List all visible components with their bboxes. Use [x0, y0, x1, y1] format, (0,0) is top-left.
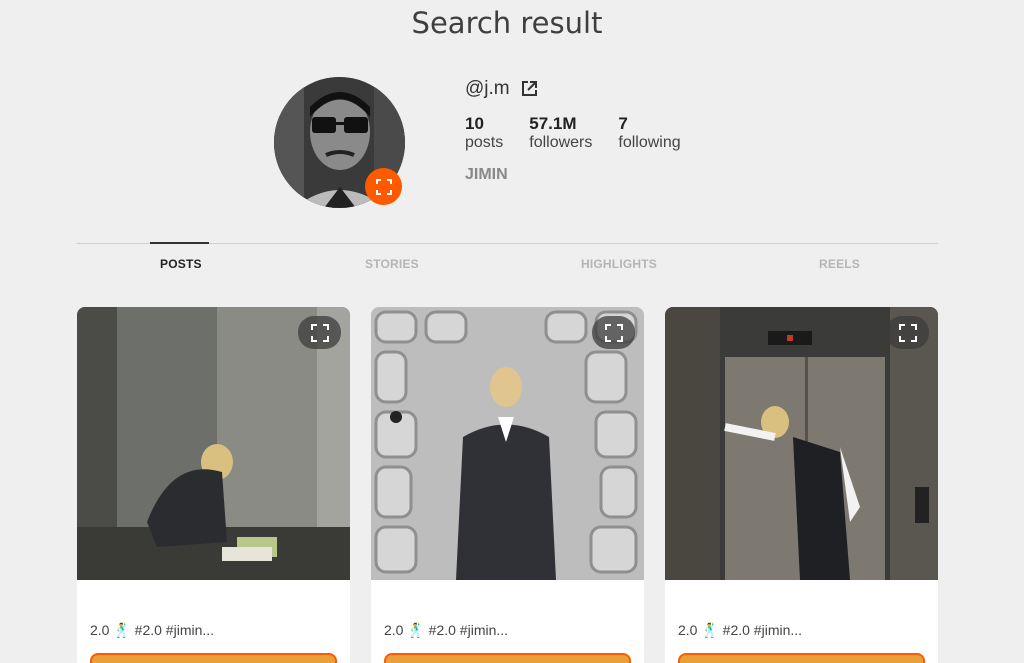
profile-handle: @j.m	[465, 78, 510, 99]
post-card[interactable]: 2.0 🕺 #2.0 #jimin...	[665, 307, 938, 663]
stat-posts: 10 posts	[465, 114, 503, 153]
stat-value: 57.1M	[529, 114, 577, 133]
stat-followers: 57.1M followers	[529, 114, 592, 153]
post-action-button[interactable]	[678, 653, 925, 663]
stat-following: 7 following	[618, 114, 680, 153]
stat-label: posts	[465, 134, 504, 151]
expand-post-button[interactable]	[298, 316, 341, 349]
stat-value: 10	[465, 114, 484, 133]
post-caption: 2.0 🕺 #2.0 #jimin...	[90, 622, 215, 638]
profile-stats: 10 posts 57.1M followers 7 following	[465, 114, 707, 153]
stat-label: following	[618, 134, 681, 151]
external-link-icon[interactable]	[520, 80, 538, 98]
post-action-button[interactable]	[90, 653, 337, 663]
fullscreen-icon	[604, 323, 623, 342]
stat-value: 7	[618, 114, 628, 133]
tab-reels[interactable]: REELS	[819, 257, 860, 271]
fullscreen-icon	[375, 178, 392, 195]
post-caption: 2.0 🕺 #2.0 #jimin...	[384, 622, 509, 638]
stat-label: followers	[529, 134, 593, 151]
post-card[interactable]: 2.0 🕺 #2.0 #jimin...	[77, 307, 350, 663]
profile-display-name: JIMIN	[465, 166, 508, 183]
page-title: Search result	[411, 6, 603, 40]
fullscreen-icon	[310, 323, 329, 342]
expand-post-button[interactable]	[592, 316, 635, 349]
fullscreen-icon	[898, 323, 917, 342]
tab-posts[interactable]: POSTS	[160, 257, 202, 271]
expand-post-button[interactable]	[886, 316, 929, 349]
tab-highlights[interactable]: HIGHLIGHTS	[581, 257, 657, 271]
tab-active-indicator	[150, 242, 209, 244]
avatar-expand-button[interactable]	[365, 168, 402, 205]
post-action-button[interactable]	[384, 653, 631, 663]
post-caption: 2.0 🕺 #2.0 #jimin...	[678, 622, 803, 638]
tab-stories[interactable]: STORIES	[365, 257, 419, 271]
post-card[interactable]: 2.0 🕺 #2.0 #jimin...	[371, 307, 644, 663]
